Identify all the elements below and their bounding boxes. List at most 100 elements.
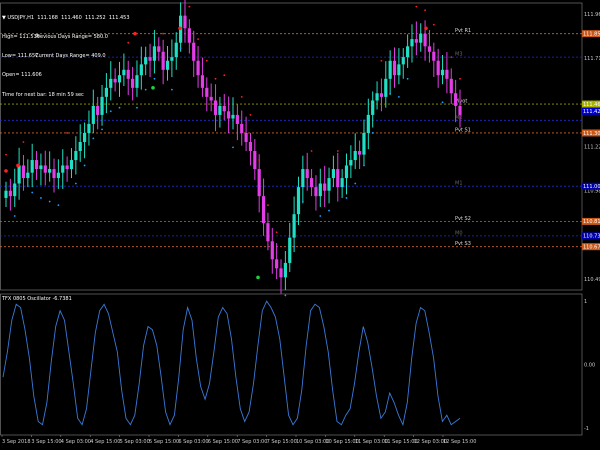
candle-body	[388, 60, 392, 79]
time-tick-label: 6 Sep 03:00	[178, 439, 208, 445]
open-line: Open= 111.606	[2, 72, 42, 79]
prev-range: Previous Days Range= 580.0	[35, 34, 108, 41]
candle-body	[406, 46, 410, 58]
support-dot	[144, 88, 147, 91]
support-dot	[406, 77, 409, 80]
candle-body	[445, 69, 449, 79]
support-dot	[354, 182, 357, 185]
support-dot	[57, 204, 60, 207]
candle-body	[349, 160, 353, 166]
resistance-dot	[275, 231, 278, 234]
candle-body	[56, 172, 60, 179]
candle-body	[283, 262, 287, 278]
candle-body	[30, 160, 34, 173]
candle-body	[436, 60, 440, 76]
time-axis: 3 Sep 2018 3 Sep 15:00 4 Sep 03:00 4 Sep 15…	[1, 435, 476, 445]
candle-body	[414, 39, 418, 43]
candle-body	[292, 214, 296, 238]
resistance-dot	[310, 150, 313, 152]
chart-info-box: ▼ USDJPY,H1 111.168 111.460 111.252 111.…	[2, 2, 130, 105]
signal-arrow	[424, 26, 428, 31]
resistance-dot	[380, 59, 383, 62]
level-label-r1: Pvt R1	[455, 28, 471, 34]
candle-body	[52, 169, 56, 179]
time-tick-label: 12 Sep 03:00	[414, 439, 447, 445]
candle-body	[21, 165, 26, 179]
signal-arrow	[151, 86, 155, 90]
candle-body	[397, 64, 401, 76]
candle-body	[65, 165, 69, 170]
resistance-dot	[22, 141, 25, 143]
candle-body	[440, 69, 445, 76]
candle-body	[200, 75, 205, 88]
resistance-dot	[450, 56, 453, 59]
resistance-dot	[267, 204, 269, 207]
candle-body	[148, 57, 152, 61]
time-tick-label: 7 Sep 15:00	[267, 439, 297, 445]
symbol-line: ▼ USDJPY,H1 111.168 111.460 111.252 111.…	[2, 14, 130, 21]
candle-body	[222, 105, 226, 112]
candle-body	[152, 46, 157, 61]
level-label-m1: M1	[455, 181, 463, 187]
timer-line: Time for next bar: 18 min 59 sec	[2, 91, 84, 98]
support-dot	[301, 200, 304, 203]
candle-body	[17, 165, 21, 184]
resistance-dot	[205, 59, 208, 62]
support-dot	[92, 137, 95, 140]
time-tick-label: 4 Sep 03:00	[61, 439, 91, 445]
candle-body	[266, 223, 270, 242]
candle-body	[235, 114, 239, 124]
resistance-dot	[258, 159, 261, 161]
candle-body	[8, 190, 12, 197]
curr-range: Current Days Range= 409.0	[35, 53, 106, 60]
support-dot	[363, 164, 365, 167]
signal-arrow	[133, 31, 137, 36]
support-dot	[40, 197, 42, 199]
resistance-dot	[188, 5, 191, 8]
support-dot	[441, 101, 444, 104]
support-dot	[101, 128, 103, 131]
candle-body	[183, 15, 187, 29]
support-dot	[371, 132, 374, 134]
price-marker-label: 110.730	[583, 234, 600, 240]
candle-body	[261, 196, 266, 224]
time-tick-label: 6 Sep 15:00	[208, 439, 238, 445]
candle-body	[34, 160, 39, 170]
oscillator-title: TFX 0805 Oscillator -6.7381	[2, 296, 72, 302]
candle-body	[423, 33, 427, 47]
candle-body	[454, 93, 458, 106]
candle-body	[43, 165, 47, 173]
candle-body	[432, 51, 436, 61]
candle-body	[187, 28, 191, 43]
price-marker-label: 111.460	[583, 102, 600, 108]
candle-body	[410, 39, 414, 47]
candle-body	[253, 151, 257, 170]
resistance-dot	[66, 132, 69, 134]
candle-body	[401, 57, 405, 65]
support-dot	[109, 110, 112, 113]
time-tick-label: 7 Sep 03:00	[237, 439, 267, 445]
candle-body	[248, 141, 253, 152]
support-dot	[170, 88, 173, 91]
time-tick-label: 3 Sep 2018	[2, 439, 31, 445]
candle-body	[192, 42, 196, 61]
time-tick-label: 11 Sep 03:00	[355, 439, 388, 445]
resistance-dot	[249, 114, 252, 116]
time-tick-label: 5 Sep 03:00	[120, 439, 150, 445]
candle-body	[61, 165, 65, 173]
price-marker-label: 110.810	[583, 219, 600, 225]
candle-body	[244, 132, 248, 142]
candle-body	[344, 165, 349, 179]
candle-body	[48, 169, 52, 173]
support-dot	[153, 77, 156, 80]
support-dot	[319, 215, 322, 217]
resistance-dot	[162, 32, 165, 35]
level-label-m0: M0	[455, 230, 463, 236]
resistance-dot	[223, 74, 226, 77]
candle-body	[336, 169, 340, 188]
candle-body	[357, 151, 362, 155]
time-tick-label: 10 Sep 03:00	[296, 439, 329, 445]
support-dot	[48, 200, 51, 203]
candle-body	[366, 114, 370, 133]
oscillator-tick-label: 1	[584, 299, 587, 305]
